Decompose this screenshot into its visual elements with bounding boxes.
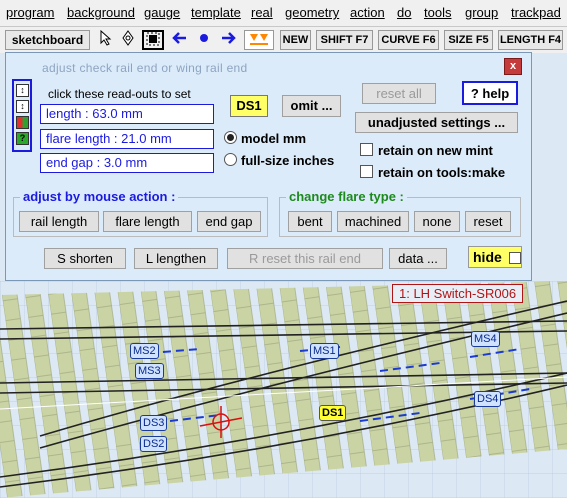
omit-button[interactable]: omit ... (282, 95, 341, 117)
reset-all-button[interactable]: reset all (362, 83, 436, 104)
curve-button[interactable]: CURVE F6 (378, 30, 439, 50)
sketchboard-button[interactable]: sketchboard (5, 30, 90, 50)
change-flare-type-group: change flare type : bent machined none r… (279, 189, 521, 237)
arrow-left-icon[interactable] (170, 30, 190, 50)
model-mm-radio[interactable]: model mm (224, 131, 306, 146)
menu-tools[interactable]: tools (424, 5, 451, 20)
menu-do[interactable]: do (397, 5, 411, 20)
menu-background[interactable]: background (67, 5, 135, 20)
readout-hint: click these read-outs to set (48, 87, 191, 101)
unadjusted-settings-button[interactable]: unadjusted settings ... (355, 112, 518, 133)
end-gap-button[interactable]: end gap (197, 211, 261, 232)
label-ms3[interactable]: MS3 (135, 363, 164, 379)
pointer-icon[interactable] (96, 29, 116, 50)
dialog-hint: adjust check rail end or wing rail end (42, 61, 248, 75)
toolbar: sketchboard NEW SHIFT F7 CURVE F6 SIZE F… (0, 26, 567, 53)
arrow-right-icon[interactable] (218, 30, 238, 50)
center-dot-icon[interactable] (194, 30, 214, 50)
label-ms4[interactable]: MS4 (471, 331, 500, 347)
none-button[interactable]: none (414, 211, 460, 232)
label-ds1[interactable]: DS1 (319, 405, 347, 421)
machined-button[interactable]: machined (337, 211, 409, 232)
colour-palette-icon[interactable] (16, 116, 29, 129)
full-size-radio[interactable]: full-size inches (224, 153, 334, 168)
label-ds2[interactable]: DS2 (140, 436, 168, 452)
data-button[interactable]: data ... (389, 248, 447, 269)
menu-bar: program background gauge template real g… (0, 0, 567, 26)
close-button[interactable]: x (504, 58, 522, 75)
double-down-arrow-icon[interactable] (244, 30, 274, 50)
hide-button[interactable]: hide (468, 246, 522, 268)
menu-program[interactable]: program (6, 5, 54, 20)
rail-end-dialog: adjust check rail end or wing rail end x… (5, 52, 532, 281)
end-gap-readout[interactable]: end gap : 3.0 mm (40, 153, 214, 173)
track-drawing (0, 281, 567, 498)
ds1-badge: DS1 (230, 95, 268, 117)
label-ds3[interactable]: DS3 (140, 415, 168, 431)
help-button[interactable]: ? help (462, 81, 518, 105)
reset-rail-end-button[interactable]: R reset this rail end (227, 248, 383, 269)
length-readout[interactable]: length : 63.0 mm (40, 104, 214, 124)
rail-length-button[interactable]: rail length (19, 211, 99, 232)
hide-checkbox[interactable] (509, 252, 521, 264)
label-ms2[interactable]: MS2 (130, 343, 159, 359)
menu-geometry[interactable]: geometry (285, 5, 339, 20)
menu-group[interactable]: group (465, 5, 498, 20)
menu-real[interactable]: real (251, 5, 273, 20)
help-question-icon[interactable]: ? (16, 132, 29, 145)
resize-icon[interactable]: ↕ (16, 100, 29, 113)
retain-tools-checkbox[interactable]: retain on tools:make (360, 165, 505, 180)
menu-action[interactable]: action (350, 5, 385, 20)
new-button[interactable]: NEW (280, 30, 311, 50)
lengthen-button[interactable]: L lengthen (134, 248, 218, 269)
label-ms1[interactable]: MS1 (310, 343, 339, 359)
template-name-label: 1: LH Switch-SR006 (392, 284, 524, 303)
menu-template[interactable]: template (191, 5, 241, 20)
flare-reset-button[interactable]: reset (465, 211, 511, 232)
size-button[interactable]: SIZE F5 (444, 30, 493, 50)
track-canvas[interactable]: 1: LH Switch-SR006 MS2 MS3 MS1 MS4 DS3 D… (0, 281, 567, 498)
flare-length-readout[interactable]: flare length : 21.0 mm (40, 129, 214, 149)
adjust-by-mouse-group: adjust by mouse action : rail length fla… (13, 189, 268, 237)
sidebar-tools: ↕ ↕ ? (12, 79, 32, 152)
up-down-icon[interactable]: ↕ (16, 84, 29, 97)
label-ds4[interactable]: DS4 (474, 391, 502, 407)
adjust-by-mouse-title: adjust by mouse action : (20, 189, 179, 204)
shorten-button[interactable]: S shorten (44, 248, 126, 269)
length-button[interactable]: LENGTH F4 (498, 30, 563, 50)
select-box-icon[interactable] (142, 30, 164, 50)
retain-mint-checkbox[interactable]: retain on new mint (360, 143, 493, 158)
menu-gauge[interactable]: gauge (144, 5, 180, 20)
hand-pan-icon[interactable] (118, 30, 138, 50)
bent-button[interactable]: bent (288, 211, 332, 232)
change-flare-title: change flare type : (286, 189, 407, 204)
flare-length-button[interactable]: flare length (103, 211, 192, 232)
shift-button[interactable]: SHIFT F7 (316, 30, 373, 50)
menu-trackpad[interactable]: trackpad (511, 5, 561, 20)
